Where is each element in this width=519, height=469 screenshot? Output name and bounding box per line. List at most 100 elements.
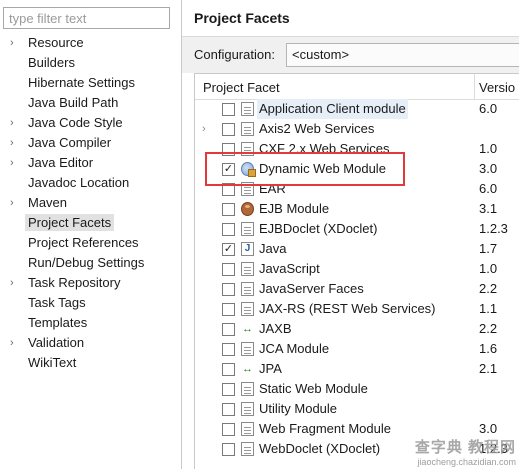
nav-item-task-tags[interactable]: Task Tags: [0, 293, 181, 313]
facet-name: JPA: [259, 361, 282, 376]
nav-item-label: Java Build Path: [28, 95, 119, 110]
facet-row[interactable]: ↔ JAXB 2.2: [195, 319, 519, 339]
facet-checkbox[interactable]: [222, 423, 235, 436]
facet-row[interactable]: Static Web Module: [195, 379, 519, 399]
nav-item-label: Java Editor: [28, 155, 94, 170]
nav-item-label: Task Repository: [28, 275, 121, 290]
facet-checkbox[interactable]: [222, 103, 235, 116]
document-icon: [241, 382, 254, 396]
facet-version[interactable]: 1.7: [479, 239, 497, 259]
nav-item-project-references[interactable]: Project References: [0, 233, 181, 253]
nav-item-label: Task Tags: [28, 295, 86, 310]
facet-version[interactable]: 3.0: [479, 159, 497, 179]
facet-name: WebDoclet (XDoclet): [259, 441, 381, 456]
configuration-select[interactable]: <custom>: [286, 43, 519, 67]
chevron-right-icon[interactable]: ›: [10, 153, 20, 173]
nav-item-java-compiler[interactable]: › Java Compiler: [0, 133, 181, 153]
facet-name: JAXB: [259, 321, 292, 336]
facet-version[interactable]: 3.1: [479, 199, 497, 219]
nav-item-templates[interactable]: Templates: [0, 313, 181, 333]
filter-input[interactable]: [3, 7, 170, 29]
chevron-right-icon[interactable]: ›: [10, 193, 20, 213]
facet-name: Static Web Module: [259, 381, 368, 396]
facet-version[interactable]: 2.1: [479, 359, 497, 379]
facet-checkbox[interactable]: [222, 383, 235, 396]
facet-version[interactable]: 1.6: [479, 339, 497, 359]
nav-item-label: Java Compiler: [28, 135, 112, 150]
nav-item-run-debug-settings[interactable]: Run/Debug Settings: [0, 253, 181, 273]
chevron-right-icon[interactable]: ›: [10, 113, 20, 133]
chevron-right-icon[interactable]: ›: [10, 33, 20, 53]
facet-version[interactable]: 2.2: [479, 319, 497, 339]
facet-checkbox[interactable]: [222, 123, 235, 136]
configuration-row: Configuration: <custom>: [182, 37, 519, 73]
facet-checkbox[interactable]: [222, 443, 235, 456]
facet-checkbox[interactable]: [222, 203, 235, 216]
nav-item-hibernate-settings[interactable]: Hibernate Settings: [0, 73, 181, 93]
nav-item-resource[interactable]: › Resource: [0, 33, 181, 53]
facet-name: Application Client module: [257, 99, 408, 119]
nav-item-java-build-path[interactable]: Java Build Path: [0, 93, 181, 113]
facets-table: Project Facet Versio Application Client …: [194, 73, 519, 469]
facet-checkbox[interactable]: [222, 343, 235, 356]
facet-row[interactable]: JAX-RS (REST Web Services) 1.1: [195, 299, 519, 319]
chevron-right-icon[interactable]: ›: [10, 333, 20, 353]
facet-checkbox[interactable]: ✓: [222, 243, 235, 256]
facet-checkbox[interactable]: [222, 263, 235, 276]
nav-item-task-repository[interactable]: › Task Repository: [0, 273, 181, 293]
document-icon: [241, 442, 254, 456]
facet-row[interactable]: EJB Module 3.1: [195, 199, 519, 219]
facet-row[interactable]: ↔ JPA 2.1: [195, 359, 519, 379]
facet-checkbox[interactable]: [222, 283, 235, 296]
column-header-project-facet[interactable]: Project Facet: [203, 80, 280, 95]
xml-binding-icon: ↔: [242, 363, 253, 375]
column-header-version[interactable]: Versio: [479, 80, 515, 95]
facet-version[interactable]: 2.2: [479, 279, 497, 299]
watermark-url: jiaocheng.chazidian.com: [417, 457, 516, 467]
facet-version[interactable]: 1.1: [479, 299, 497, 319]
facet-checkbox[interactable]: [222, 363, 235, 376]
chevron-right-icon[interactable]: ›: [10, 273, 20, 293]
facet-row[interactable]: JavaScript 1.0: [195, 259, 519, 279]
document-icon: [241, 302, 254, 316]
project-facets-page: Project Facets Configuration: <custom> P…: [182, 0, 519, 469]
nav-item-label: Maven: [28, 195, 68, 210]
nav-item-label: Project Facets: [25, 214, 115, 231]
nav-item-wikitext[interactable]: WikiText: [0, 353, 181, 373]
facet-version[interactable]: 1.0: [479, 259, 497, 279]
chevron-right-icon[interactable]: ›: [10, 133, 20, 153]
nav-item-java-editor[interactable]: › Java Editor: [0, 153, 181, 173]
properties-nav-panel: › Resource Builders Hibernate Settings Java …: [0, 0, 181, 469]
facet-row[interactable]: Application Client module 6.0: [195, 99, 519, 119]
facet-row[interactable]: ✓ J Java 1.7: [195, 239, 519, 259]
facet-name: Java: [259, 241, 287, 256]
nav-item-label: Templates: [28, 315, 88, 330]
nav-item-validation[interactable]: › Validation: [0, 333, 181, 353]
facet-row[interactable]: EJBDoclet (XDoclet) 1.2.3: [195, 219, 519, 239]
nav-item-label: Project References: [28, 235, 139, 250]
facet-row[interactable]: JCA Module 1.6: [195, 339, 519, 359]
nav-item-project-facets[interactable]: Project Facets: [0, 213, 181, 233]
facet-name: Axis2 Web Services: [259, 121, 375, 136]
facet-checkbox[interactable]: [222, 323, 235, 336]
nav-item-label: WikiText: [28, 355, 77, 370]
nav-item-maven[interactable]: › Maven: [0, 193, 181, 213]
facet-version[interactable]: 6.0: [479, 179, 497, 199]
chevron-right-icon[interactable]: ›: [202, 119, 206, 139]
nav-item-label: Java Code Style: [28, 115, 123, 130]
facet-row[interactable]: Utility Module: [195, 399, 519, 419]
nav-item-builders[interactable]: Builders: [0, 53, 181, 73]
facet-row[interactable]: › Axis2 Web Services: [195, 119, 519, 139]
nav-item-javadoc-location[interactable]: Javadoc Location: [0, 173, 181, 193]
facet-name: EJBDoclet (XDoclet): [259, 221, 378, 236]
nav-item-java-code-style[interactable]: › Java Code Style: [0, 113, 181, 133]
column-resize-handle[interactable]: [474, 74, 475, 100]
facet-version[interactable]: 6.0: [479, 99, 497, 119]
facet-row[interactable]: JavaServer Faces 2.2: [195, 279, 519, 299]
facet-checkbox[interactable]: [222, 223, 235, 236]
facet-checkbox[interactable]: [222, 303, 235, 316]
facet-version[interactable]: 1.0: [479, 139, 497, 159]
facet-checkbox[interactable]: [222, 403, 235, 416]
document-icon: [241, 122, 254, 136]
facet-version[interactable]: 1.2.3: [479, 219, 508, 239]
